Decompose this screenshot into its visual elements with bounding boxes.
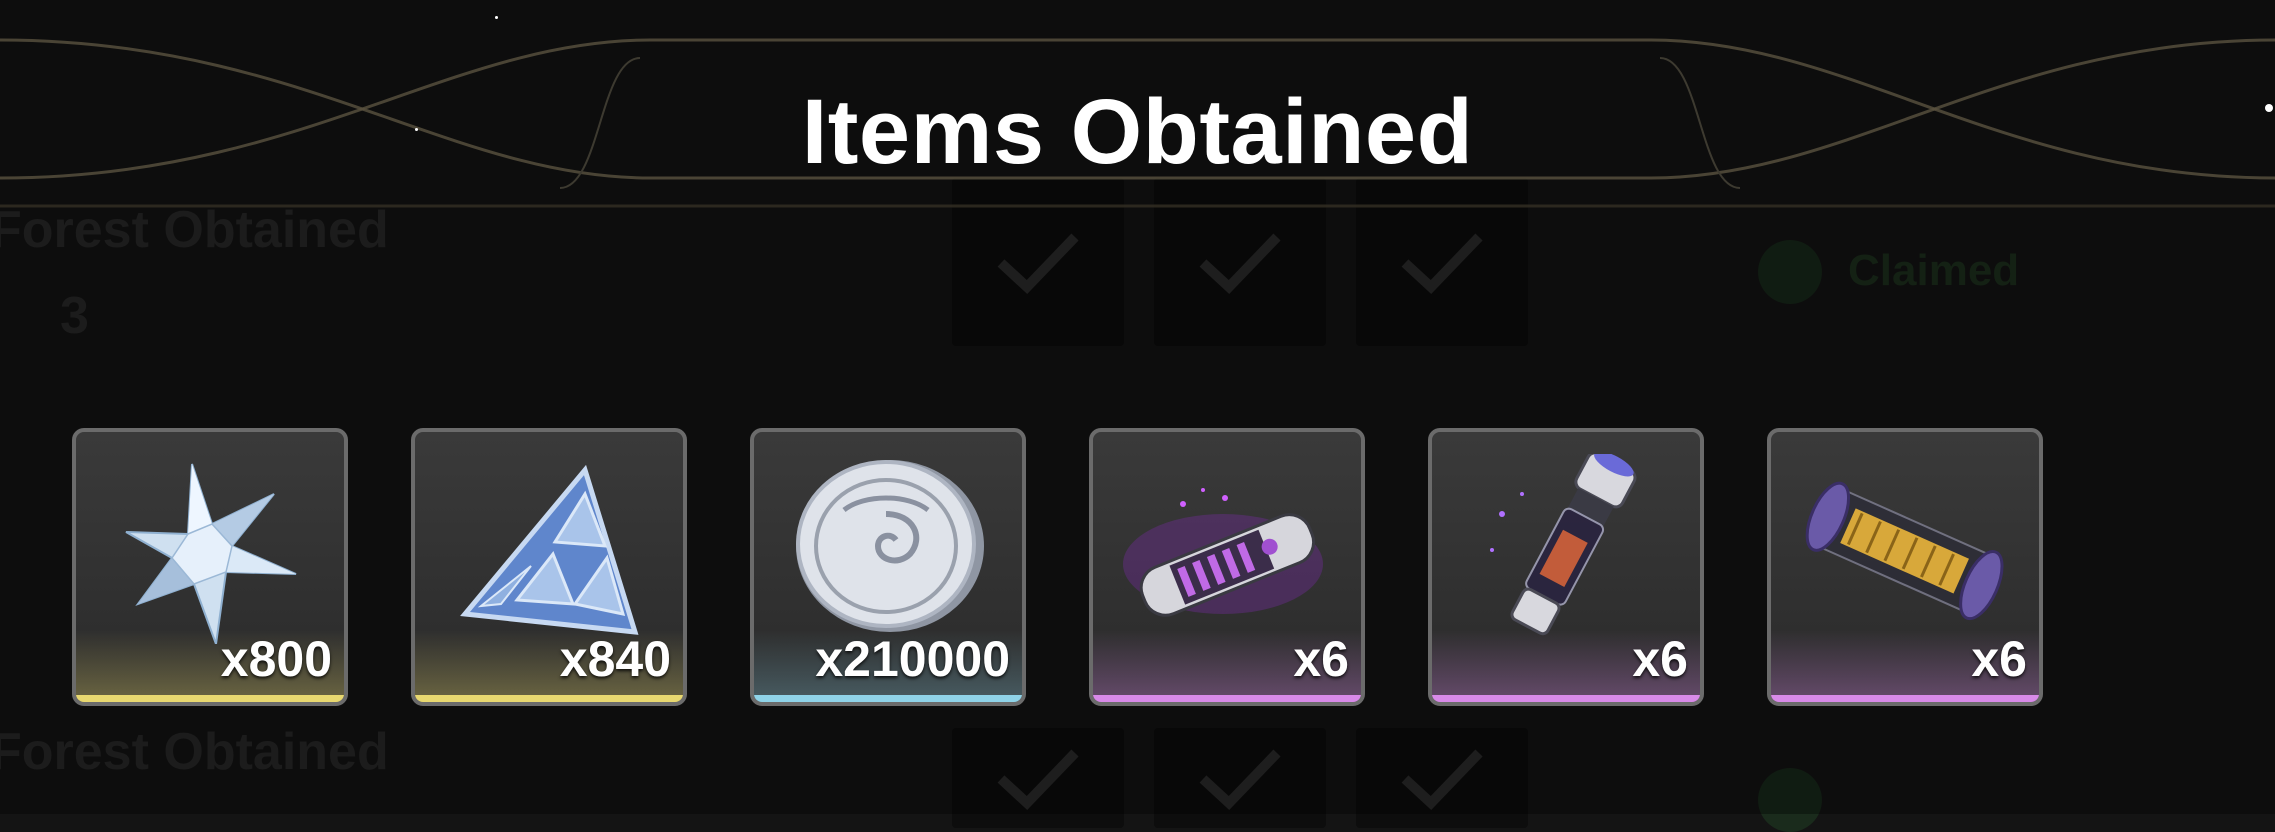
star-crystal-icon [96,454,324,645]
item-quantity: x210000 [815,631,1010,687]
item-card[interactable]: x840 [411,428,687,706]
item-card[interactable]: x6 [1089,428,1365,706]
gold-cylinder-icon [1791,454,2019,644]
item-quantity: x840 [559,631,671,687]
item-card[interactable]: x800 [72,428,348,706]
sparkle-dot [415,128,418,131]
rarity-bar [1432,695,1700,702]
vial-tube-icon [1452,451,1680,644]
item-quantity: x6 [1293,631,1349,687]
rarity-bar [76,695,344,702]
purple-capsule-icon [1113,454,1341,644]
item-card[interactable]: x6 [1428,428,1704,706]
sparkle-dot [2265,104,2273,112]
rarity-bar [1771,695,2039,702]
rarity-bar [415,695,683,702]
title-banner: Items Obtained [0,16,2275,228]
sparkle-dot [495,16,498,19]
sparkle-dot [1175,156,1181,162]
dialog-title: Items Obtained [801,81,1474,183]
item-quantity: x800 [220,631,332,687]
rarity-bar [1093,695,1361,702]
item-card[interactable]: x210000 [750,428,1026,706]
item-card[interactable]: x6 [1767,428,2043,706]
triangle-crystal-icon [435,454,663,644]
item-quantity: x6 [1632,631,1688,687]
item-quantity: x6 [1971,631,2027,687]
rarity-bar [754,695,1022,702]
silver-coin-icon [774,454,1002,644]
